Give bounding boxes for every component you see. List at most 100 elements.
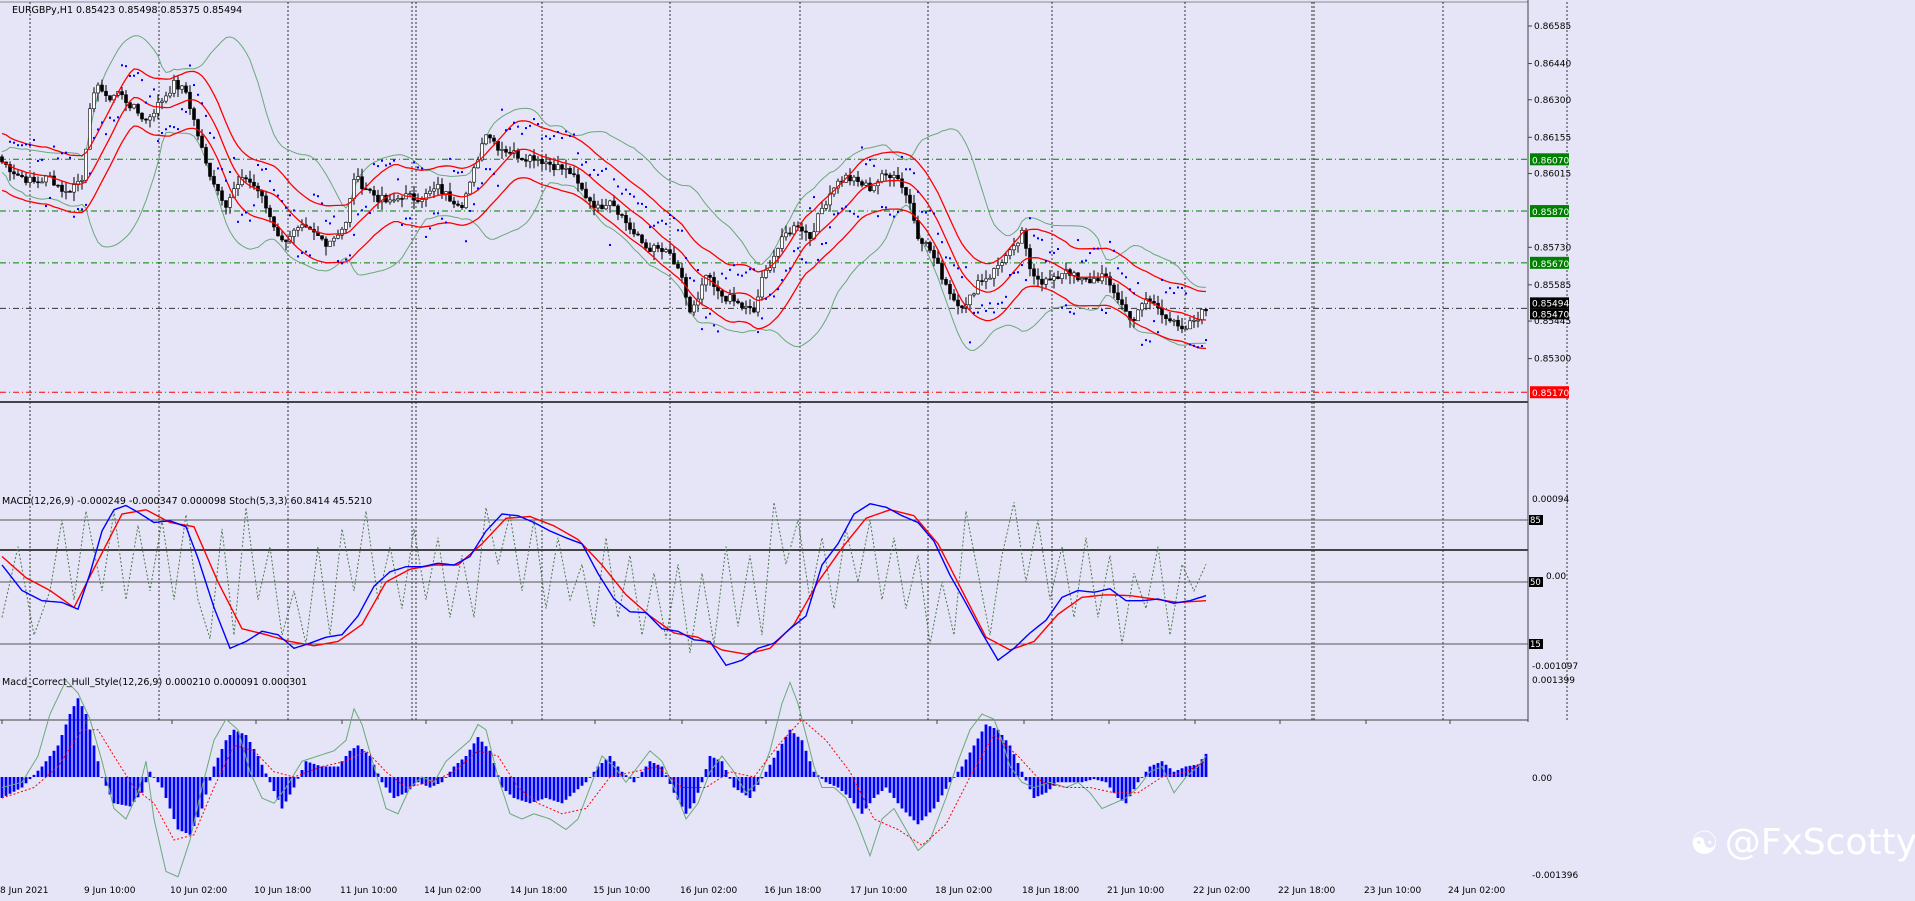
candle <box>464 191 468 210</box>
candle-body <box>908 194 912 204</box>
candle-body <box>260 190 264 197</box>
hull-histogram-bar <box>484 746 488 777</box>
psar-dot <box>261 168 263 171</box>
candle-body <box>1136 309 1140 322</box>
hull-histogram-bar <box>896 777 900 804</box>
psar-dot <box>121 64 123 67</box>
candle-body <box>780 236 784 249</box>
psar-dot <box>509 127 511 130</box>
candle-body <box>760 277 764 298</box>
hull-histogram-bar <box>176 777 180 830</box>
candle-body <box>568 168 572 175</box>
hull-histogram-bar <box>936 777 940 802</box>
time-axis-label: 8 Jun 2021 <box>0 886 48 896</box>
candle-body <box>212 176 216 185</box>
candle <box>1136 308 1140 322</box>
hull-histogram-bar <box>52 750 56 777</box>
candle-body <box>408 193 412 195</box>
hull-histogram-bar <box>184 777 188 833</box>
candle-body <box>1200 309 1204 321</box>
psar-dot <box>897 210 899 213</box>
hull-histogram-bar <box>752 777 756 792</box>
psar-dot <box>773 295 775 298</box>
psar-dot <box>789 267 791 270</box>
psar-dot <box>225 179 227 182</box>
psar-dot <box>1185 292 1187 295</box>
psar-dot <box>933 212 935 215</box>
candle-body <box>108 95 112 101</box>
psar-dot <box>413 161 415 164</box>
candle-body <box>816 213 820 233</box>
psar-dot <box>709 312 711 315</box>
hull-histogram-bar <box>312 763 316 777</box>
hull-histogram-bar <box>888 777 892 793</box>
psar-dot <box>1193 344 1195 347</box>
hull-histogram-bar <box>160 777 164 788</box>
psar-dot <box>117 116 119 119</box>
hull-histogram-bar <box>124 777 128 806</box>
hull-histogram-bar <box>1024 777 1028 781</box>
psar-dot <box>793 250 795 253</box>
psar-dot <box>113 119 115 122</box>
hull-histogram-bar <box>568 777 572 797</box>
candle-body <box>80 180 84 182</box>
psar-dot <box>761 317 763 320</box>
candle-body <box>656 245 660 249</box>
time-axis-label: 18 Jun 02:00 <box>935 886 992 896</box>
candle-body <box>136 104 140 114</box>
candle-body <box>1192 319 1196 322</box>
candle-body <box>1164 314 1168 319</box>
hull-histogram-bar <box>272 777 276 791</box>
price-level-label: 0.85670 <box>1532 260 1569 270</box>
hull-histogram-bar <box>904 777 908 813</box>
candle-body <box>32 176 36 183</box>
hull-histogram-bar <box>864 777 868 809</box>
psar-dot <box>493 172 495 175</box>
current-price-label: 0.85494 <box>1532 299 1569 309</box>
hull-histogram-bar <box>64 724 68 777</box>
psar-dot <box>57 157 59 160</box>
hull-histogram-bar <box>524 777 528 802</box>
hull-histogram-bar <box>180 777 184 832</box>
candle-body <box>504 149 508 153</box>
chart-canvas[interactable]: 0.86070 0.85870 0.85670 0.85170 0.86585 0.864… <box>0 0 1915 897</box>
psar-dot <box>181 108 183 111</box>
hull-histogram-bar <box>36 770 40 777</box>
psar-dot <box>317 195 319 198</box>
psar-dot <box>149 95 151 98</box>
hull-histogram-bar <box>1104 777 1108 783</box>
candle <box>468 180 472 196</box>
hull-histogram-bar <box>504 777 508 791</box>
psar-dot <box>953 264 955 267</box>
hull-histogram-bar <box>1100 777 1104 782</box>
hull-histogram-bar <box>1112 777 1116 793</box>
candle-body <box>300 224 304 228</box>
candle-body <box>920 238 924 244</box>
trading-chart[interactable]: 0.86070 0.85870 0.85670 0.85170 0.86585 0.864… <box>0 0 1915 897</box>
candle-body <box>532 155 536 161</box>
psar-dot <box>457 171 459 174</box>
candle-body <box>0 156 4 163</box>
hull-histogram-bar <box>460 759 464 777</box>
psar-dot <box>29 143 31 146</box>
psar-dot <box>1085 259 1087 262</box>
psar-dot <box>101 121 103 124</box>
candle-body <box>96 84 100 94</box>
candle-body <box>60 184 64 192</box>
hull-histogram-bar <box>368 756 372 777</box>
candle-body <box>220 190 224 201</box>
psar-dot <box>637 202 639 205</box>
psar-dot <box>629 192 631 195</box>
time-axis-label: 17 Jun 10:00 <box>850 886 907 896</box>
hull-histogram-bar <box>352 748 356 777</box>
candle-body <box>68 191 72 193</box>
psar-dot <box>1025 279 1027 282</box>
psar-dot <box>1057 248 1059 251</box>
candle-body <box>600 204 604 210</box>
psar-dot <box>641 202 643 205</box>
hull-histogram-bar <box>572 777 576 793</box>
hull-histogram-bar <box>508 777 512 795</box>
hull-histogram-bar <box>560 777 564 804</box>
hull-histogram-bar <box>664 775 668 777</box>
candle-body <box>896 174 900 180</box>
